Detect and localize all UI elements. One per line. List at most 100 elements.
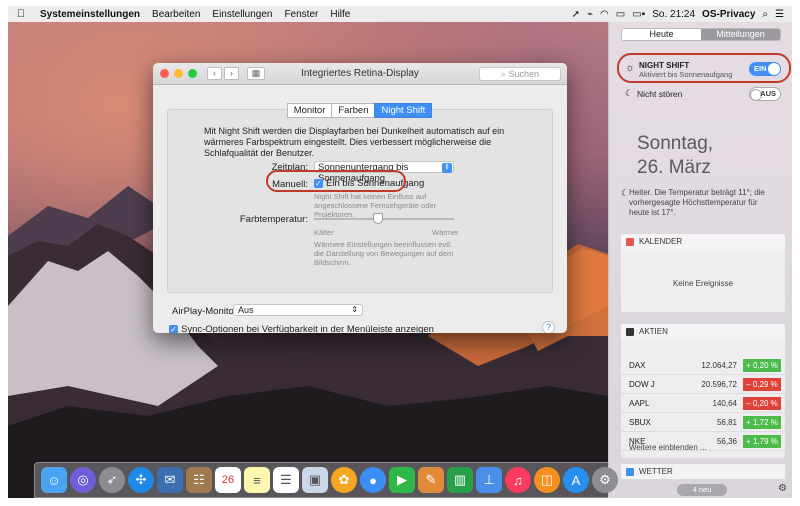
airplay-popup[interactable]: Aus ⇕ <box>233 304 363 316</box>
stock-symbol: DOW J <box>629 380 655 389</box>
menu-clock[interactable]: So. 21:24 <box>652 9 695 20</box>
date-day: 26. März <box>637 157 711 178</box>
network-icon[interactable]: ⌁ <box>587 9 593 20</box>
minimize-button[interactable] <box>174 69 183 78</box>
sync-label: Sync-Optionen bei Verfügbarkeit in der M… <box>181 324 434 333</box>
night-shift-intro: Mit Night Shift werden die Displayfarben… <box>204 126 505 158</box>
new-widgets-badge[interactable]: 4 neu <box>677 484 727 496</box>
location-icon[interactable]: ➚ <box>572 9 580 20</box>
stock-change[interactable]: + 1,72 % <box>743 416 781 429</box>
search-input[interactable]: ⌕ Suchen <box>479 67 561 81</box>
system-preferences-icon[interactable]: ⚙ <box>592 467 618 493</box>
stock-row[interactable]: AAPL 140,64 – 0,20 % <box>621 394 785 413</box>
preview-icon[interactable]: ▣ <box>302 467 328 493</box>
itunes-icon[interactable]: ♫ <box>505 467 531 493</box>
dnd-toggle[interactable]: AUS <box>749 87 781 101</box>
zoom-button[interactable] <box>188 69 197 78</box>
weather-header: WETTER <box>621 464 785 479</box>
calendar-widget: KALENDER Keine Ereignisse <box>621 234 785 312</box>
slider-knob[interactable] <box>372 213 383 224</box>
desktop:  Systemeinstellungen Bearbeiten Einstel… <box>8 6 792 498</box>
weather-moon-icon: ☾ <box>621 188 630 198</box>
date-display: Sonntag, 26. März <box>637 132 713 180</box>
safari-icon[interactable]: ✣ <box>128 467 154 493</box>
close-button[interactable] <box>160 69 169 78</box>
weather-title: WETTER <box>639 467 673 476</box>
show-all-grid-icon[interactable]: ▦ <box>247 67 265 80</box>
contacts-icon[interactable]: ☷ <box>186 467 212 493</box>
sync-checkbox[interactable]: ✓ Sync-Optionen bei Verfügbarkeit in der … <box>169 324 434 333</box>
night-shift-toggle[interactable]: EIN <box>749 62 781 76</box>
airplay-icon[interactable]: ▭ <box>616 9 625 20</box>
keynote-podium-icon[interactable]: ⊥ <box>476 467 502 493</box>
stock-change[interactable]: + 1,79 % <box>743 435 781 448</box>
menu-einstellungen[interactable]: Einstellungen <box>206 9 278 20</box>
stock-row[interactable]: DAX 12.064,27 + 0,20 % <box>621 356 785 375</box>
stock-row[interactable]: DOW J 20.596,72 – 0,29 % <box>621 375 785 394</box>
calendar-title: KALENDER <box>639 237 683 246</box>
weather-widget: WETTER <box>621 464 785 479</box>
night-shift-title: NIGHT SHIFT <box>639 61 690 70</box>
manual-note: Night Shift hat keinen Einfluss auf ange… <box>314 192 437 219</box>
tab-night-shift[interactable]: Night Shift <box>374 103 433 118</box>
search-icon[interactable]: ⌕ <box>762 9 768 20</box>
app-store-icon[interactable]: A <box>563 467 589 493</box>
notification-center-icon[interactable]: ☰ <box>775 9 784 20</box>
ibooks-icon[interactable]: ◫ <box>534 467 560 493</box>
stock-price: 56,81 <box>716 418 737 427</box>
messages-icon[interactable]: ● <box>360 467 386 493</box>
help-button[interactable]: ? <box>542 321 555 333</box>
schedule-popup[interactable]: Sonnenuntergang bis Sonnenaufgang ⇕ <box>314 161 454 184</box>
siri-icon[interactable]: ◎ <box>70 467 96 493</box>
nc-tabs: Heute Mitteilungen <box>621 28 781 41</box>
temperature-cold-label: Kälter <box>314 228 334 237</box>
notes-icon[interactable]: ≡ <box>244 467 270 493</box>
stock-row[interactable]: SBUX 56,81 + 1,72 % <box>621 413 785 432</box>
menu-app[interactable]: Systemeinstellungen <box>34 9 146 20</box>
dnd-label: Nicht stören <box>637 89 683 99</box>
dnd-toggle-label: AUS <box>760 89 776 98</box>
calendar-icon <box>626 238 634 246</box>
airplay-value: Aus <box>238 305 254 315</box>
tab-monitor[interactable]: Monitor <box>286 103 333 118</box>
stock-change[interactable]: – 0,20 % <box>743 397 781 410</box>
keynote-icon[interactable]: ✎ <box>418 467 444 493</box>
gear-icon[interactable]: ⚙ <box>778 483 787 494</box>
weather-summary: Heiter. Die Temperatur beträgt 11°; die … <box>629 188 765 217</box>
forward-button[interactable]: › <box>224 67 239 80</box>
calendar-app-icon[interactable]: 26 <box>215 467 241 493</box>
tab-farben[interactable]: Farben <box>331 103 376 118</box>
stocks-title: AKTIEN <box>639 327 668 336</box>
manual-checkbox[interactable]: ✓ Ein bis Sonnenaufgang <box>314 178 424 189</box>
menu-bearbeiten[interactable]: Bearbeiten <box>146 9 206 20</box>
nc-footer: 4 neu ⚙ <box>609 482 792 498</box>
back-button[interactable]: ‹ <box>207 67 222 80</box>
stocks-widget: AKTIEN DAX 12.064,27 + 0,20 % DOW J 20.596,7… <box>621 324 785 458</box>
stock-change[interactable]: + 0,20 % <box>743 359 781 372</box>
mail-stamp-icon[interactable]: ✉ <box>157 467 183 493</box>
temperature-note: Wärmere Einstellungen beeinflussen evtl.… <box>314 240 454 267</box>
reminders-icon[interactable]: ☰ <box>273 467 299 493</box>
finder-icon[interactable]: ☺ <box>41 467 67 493</box>
menu-hilfe[interactable]: Hilfe <box>324 9 356 20</box>
dock: ☺ ◎ ➶ ✣ ✉ ☷ 26 ≡ ☰ ▣ ✿ ● ▶ ✎ ▥ ⊥ ♫ ◫ A ⚙ <box>34 462 618 498</box>
numbers-icon[interactable]: ▥ <box>447 467 473 493</box>
apple-menu-icon[interactable]:  <box>8 8 34 20</box>
stock-price: 12.064,27 <box>701 361 737 370</box>
photos-icon[interactable]: ✿ <box>331 467 357 493</box>
stock-change[interactable]: – 0,29 % <box>743 378 781 391</box>
wifi-icon[interactable]: ◠ <box>600 9 609 20</box>
menu-bar:  Systemeinstellungen Bearbeiten Einstel… <box>8 6 792 22</box>
facetime-icon[interactable]: ▶ <box>389 467 415 493</box>
tab-heute[interactable]: Heute <box>622 29 701 40</box>
battery-icon[interactable]: ▭▪ <box>632 9 645 20</box>
menu-user[interactable]: OS-Privacy <box>702 9 755 20</box>
toggle-knob <box>768 63 780 75</box>
temperature-slider[interactable] <box>314 213 454 224</box>
tab-mitteilungen[interactable]: Mitteilungen <box>701 29 780 40</box>
stocks-more-link[interactable]: Weitere einblenden ... <box>629 443 707 452</box>
chevron-updown-icon: ⇕ <box>351 305 358 314</box>
launchpad-icon[interactable]: ➶ <box>99 467 125 493</box>
menu-fenster[interactable]: Fenster <box>278 9 324 20</box>
stocks-icon <box>626 328 634 336</box>
